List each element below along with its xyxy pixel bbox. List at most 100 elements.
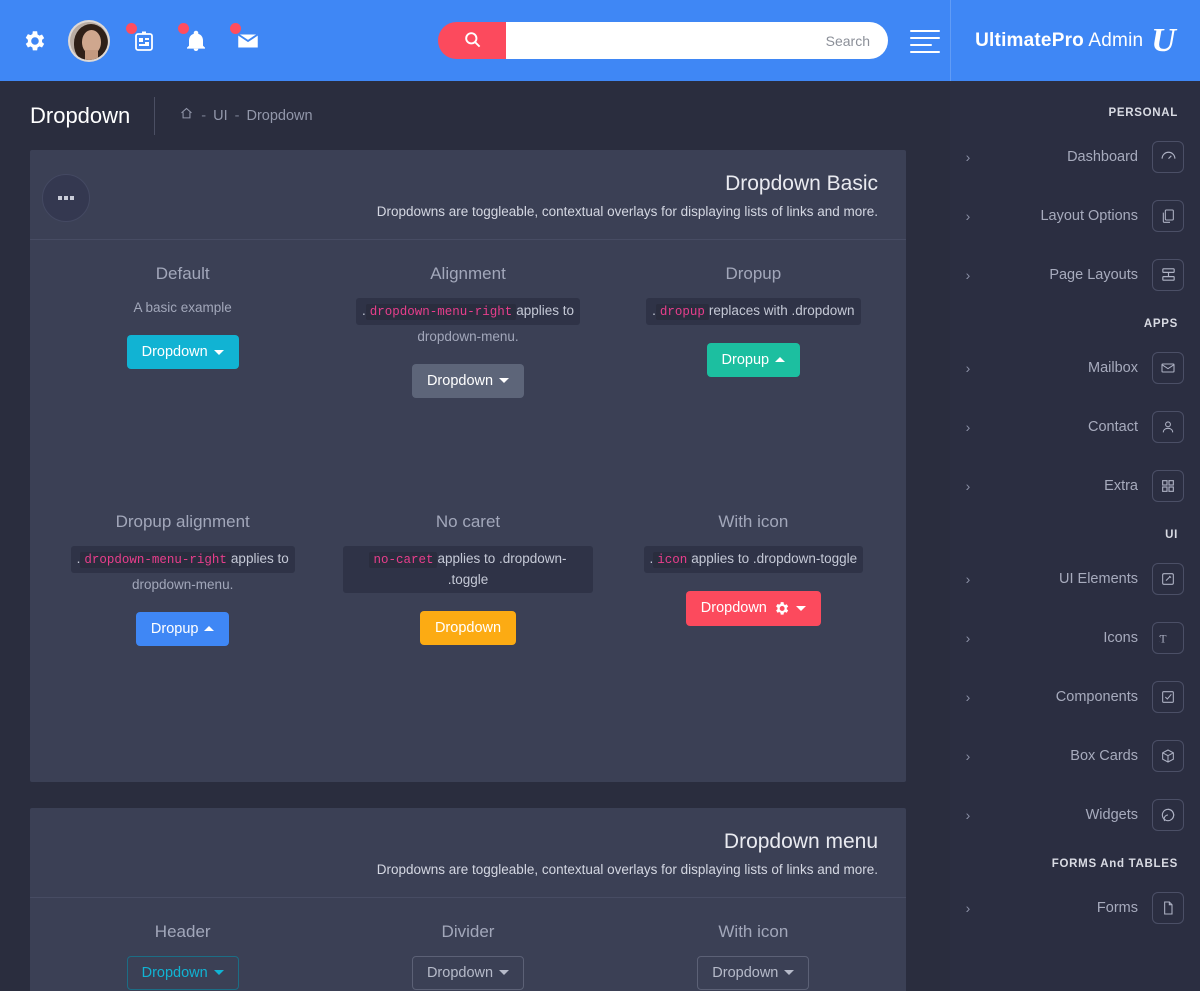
calendar-icon-button[interactable] (120, 17, 168, 65)
sidebar-item-label: Components (1055, 688, 1138, 705)
desc-text: applies to (516, 303, 575, 318)
row-spacer (40, 646, 896, 754)
ellipsis-icon (58, 196, 74, 200)
sidebar-item-ui-elements[interactable]: UI Elements ‹ (950, 549, 1200, 608)
search-input[interactable] (496, 22, 888, 59)
sidebar-item-layout-options[interactable]: Layout Options ‹ (950, 186, 1200, 245)
sidebar-item-label: Box Cards (1070, 747, 1138, 764)
brand-logo-icon: U (1151, 21, 1176, 59)
button-label: Dropup (721, 351, 770, 368)
dropdown-button-menu-header[interactable]: Dropdown (126, 955, 239, 990)
desc-text: applies to (230, 550, 289, 566)
sidebar-item-forms[interactable]: Forms ‹ (950, 878, 1200, 937)
card-dropdown-menu: Dropdown menu .Dropdowns are toggleable,… (30, 807, 906, 991)
example-menu-divider: Divider Dropdown (325, 922, 610, 990)
main-content: Dropdown - UI - Dropdown Dropdown Basic (0, 81, 950, 991)
chevron-left-icon: ‹ (965, 688, 971, 705)
sidebar-item-extra[interactable]: Extra ‹ (950, 456, 1200, 515)
example-default: Default A basic example Dropdown (40, 264, 325, 398)
sidebar-item-label: UI Elements (1059, 570, 1138, 587)
button-label: Dropdown (141, 344, 208, 361)
desc-text: applies to .dropdown-toggle (437, 550, 567, 587)
sidebar-item-box-cards[interactable]: Box Cards ‹ (950, 726, 1200, 785)
user-icon (1152, 410, 1184, 443)
desc-text: replaces with .dropdown (708, 303, 855, 318)
button-label: Dropdown (434, 619, 502, 636)
card-dropdown-basic: Dropdown Basic .Dropdowns are toggleable… (30, 150, 906, 782)
sidebar-item-label: Widgets (1085, 806, 1138, 823)
envelope-icon-button[interactable] (224, 17, 272, 65)
caret-down-icon (213, 349, 224, 355)
breadcrumb-item-dropdown[interactable]: Dropdown (246, 108, 312, 124)
sidebar-item-components[interactable]: Components ‹ (950, 667, 1200, 726)
fab-more-button[interactable] (42, 174, 90, 222)
dropdown-button-menu-divider[interactable]: Dropdown (411, 955, 525, 990)
page-title: Dropdown (30, 102, 131, 128)
bell-badge-dot (178, 22, 189, 34)
sidebar-item-label: Forms (1096, 899, 1138, 916)
home-icon[interactable] (179, 106, 194, 125)
dropdown-button-alignment[interactable]: Dropdown (411, 363, 525, 398)
breadcrumb-item-ui[interactable]: UI (213, 108, 228, 124)
file-icon (1152, 891, 1184, 924)
dropdown-button-default[interactable]: Dropdown (126, 335, 239, 370)
example-row: With icon icon applies to .dropdown-toggl… (40, 512, 896, 646)
sidebar-section-ui: UI (1165, 529, 1178, 541)
dropup-button[interactable]: Dropup (706, 342, 801, 377)
sidebar-item-label: Icons (1103, 629, 1138, 646)
chevron-left-icon: ‹ (965, 806, 971, 823)
edit-icon (1152, 562, 1184, 595)
example-title: Alignment (430, 264, 506, 283)
sidebar-item-label: Page Layouts (1049, 266, 1138, 283)
dashboard-icon (1152, 140, 1184, 173)
sidebar-item-mailbox[interactable]: Mailbox ‹ (950, 338, 1200, 397)
brand[interactable]: UltimatePro Admin U (950, 0, 1200, 81)
caret-down-icon (795, 605, 806, 611)
code-badge: icon (653, 551, 692, 568)
chevron-left-icon: ‹ (965, 629, 971, 646)
example-row: Dropup dropup replaces with .dropdown. Dr… (40, 264, 896, 398)
dropdown-button-no-caret[interactable]: Dropdown (419, 610, 517, 645)
dropdown-button-menu-with-icon[interactable]: Dropdown (697, 955, 810, 990)
button-label: Dropdown (426, 964, 494, 981)
sidebar-item-page-layouts[interactable]: Page Layouts ‹ (950, 245, 1200, 304)
gear-icon-button[interactable] (10, 17, 58, 65)
sidebar-item-label: Extra (1104, 477, 1138, 494)
sidebar-item-icons[interactable]: T T Icons ‹ (950, 608, 1200, 667)
gear-icon (21, 28, 47, 54)
brand-name-bold: UltimatePro (975, 29, 1084, 51)
dropdown-button-with-icon[interactable]: Dropdown (685, 590, 821, 626)
svg-text:T: T (1160, 633, 1167, 645)
chevron-left-icon: ‹ (965, 266, 971, 283)
desc-text: applies to .dropdown-toggle (691, 550, 858, 566)
example-menu-with-icon: With icon Dropdown (611, 922, 896, 990)
example-title: With icon (718, 511, 789, 531)
button-label: Dropdown (426, 372, 494, 389)
caret-up-icon (204, 626, 215, 632)
sidebar-item-dashboard[interactable]: Dashboard ‹ (950, 127, 1200, 186)
example-description: no-caret applies to .dropdown-toggle. (343, 545, 593, 593)
search-button[interactable] (438, 22, 506, 59)
example-description: dropdown-menu-right applies to. .dropdown… (58, 545, 307, 594)
sidebar-section-forms-and-tables: FORMS And TABLES (1051, 858, 1178, 870)
chevron-left-icon: ‹ (965, 477, 971, 494)
search-bar (438, 22, 888, 59)
envelope-badge-dot (230, 22, 241, 34)
widget-icon (1152, 798, 1184, 831)
checkbox-icon (1152, 680, 1184, 713)
example-title: Dropup alignment (115, 511, 250, 531)
menu-icon[interactable] (910, 26, 950, 56)
example-description: A basic example (133, 300, 232, 315)
chevron-left-icon: ‹ (965, 747, 971, 764)
avatar[interactable] (68, 19, 110, 62)
button-label: Dropup (150, 620, 199, 637)
caret-down-icon (784, 970, 795, 976)
example-title: With icon (718, 921, 789, 941)
bell-icon-button[interactable] (172, 17, 220, 65)
card-subtitle: .Dropdowns are toggleable, contextual ov… (376, 204, 878, 219)
sidebar-item-widgets[interactable]: Widgets ‹ (950, 785, 1200, 844)
sidebar[interactable]: PERSONAL Dashboard ‹ Layout Options ‹ Pa… (950, 81, 1200, 991)
sidebar-item-contact[interactable]: Contact ‹ (950, 397, 1200, 456)
example-dropup-alignment: Dropup alignment dropdown-menu-right appl… (40, 512, 325, 646)
dropup-button-alignment[interactable]: Dropup (135, 611, 230, 646)
